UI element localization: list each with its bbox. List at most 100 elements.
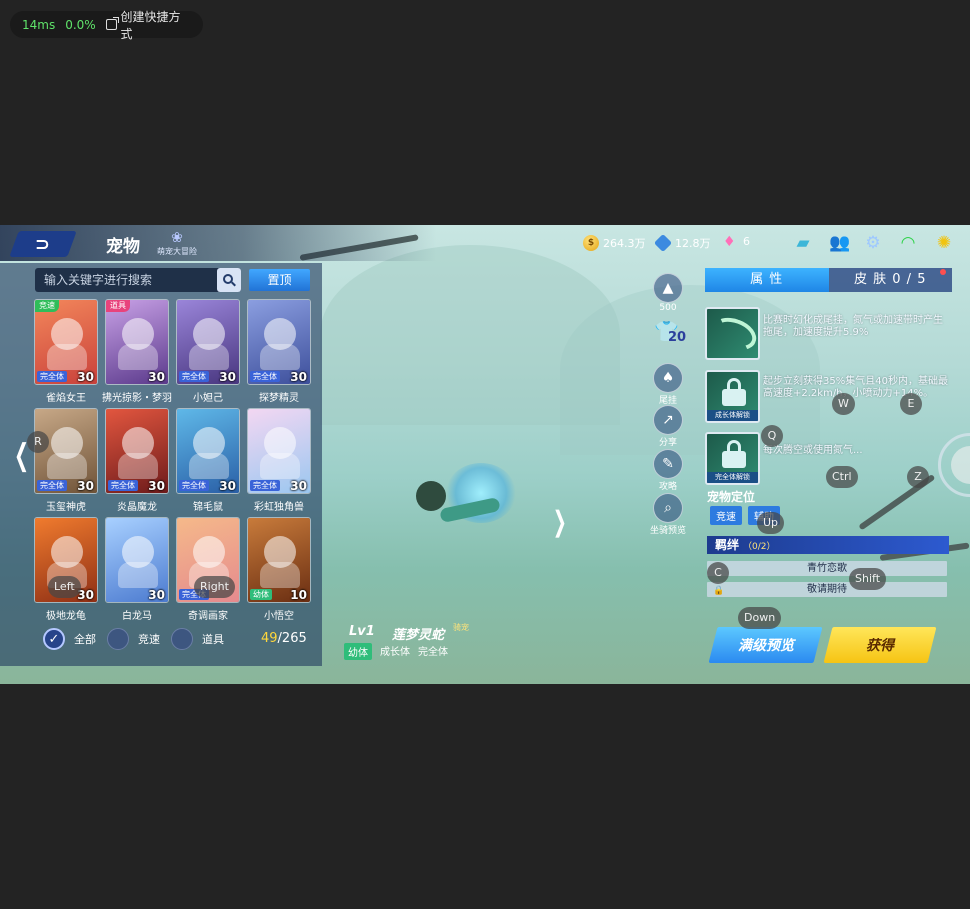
stage-growth[interactable]: 成长体 bbox=[380, 643, 410, 660]
settings-gear-icon[interactable]: ⚙ bbox=[862, 232, 884, 254]
diamond-value: 6 bbox=[743, 235, 750, 248]
pet-sprite bbox=[410, 463, 520, 533]
friends-icon[interactable]: 👥 bbox=[829, 232, 851, 254]
pet-card[interactable]: 完全体 30 bbox=[247, 408, 311, 494]
network-stats-pill: 14ms 0.0% 创建快捷方式 bbox=[10, 10, 203, 41]
pet-body bbox=[260, 453, 300, 479]
wind-swirl-icon bbox=[707, 312, 758, 356]
pet-card[interactable]: 幼体 10 bbox=[247, 517, 311, 603]
pin-top-button[interactable]: 置顶 bbox=[249, 269, 310, 291]
bond-row[interactable]: 青竹恋歌 bbox=[707, 561, 947, 576]
pet-name-label: 彩虹独角兽 bbox=[254, 502, 304, 513]
filter-all-label: 全部 bbox=[74, 633, 96, 646]
pet-body bbox=[118, 562, 158, 588]
coin-icon: $ bbox=[583, 235, 599, 251]
filter-racing[interactable]: 竞速 bbox=[107, 628, 160, 650]
position-title: 宠物定位 bbox=[707, 490, 756, 504]
search-icon bbox=[223, 274, 233, 284]
detail-tabs: 属 性 皮 肤 0 / 5 bbox=[705, 268, 952, 292]
pet-body bbox=[260, 344, 300, 370]
tab-skins[interactable]: 皮 肤 0 / 5 bbox=[828, 268, 952, 292]
next-pet-arrow-icon[interactable]: ❯ bbox=[553, 505, 567, 538]
bond-row-label: 青竹恋歌 bbox=[807, 563, 847, 574]
pet-name-label: 极地龙龟 bbox=[46, 611, 86, 622]
pink-diamond-icon: ♦ bbox=[723, 233, 736, 250]
pet-count-total: /265 bbox=[277, 631, 307, 646]
pet-name-label: 玉玺神虎 bbox=[46, 502, 86, 513]
filter-item-label: 道具 bbox=[202, 633, 224, 646]
skill-3-desc: 每次腾空或使用氮气... bbox=[763, 445, 863, 456]
search-box bbox=[35, 268, 241, 292]
pet-stage-tags: 幼体 成长体 完全体 bbox=[344, 643, 448, 660]
pet-body bbox=[118, 344, 158, 370]
pet-card[interactable]: 30 bbox=[105, 517, 169, 603]
joystick-ring[interactable] bbox=[938, 433, 970, 497]
guide-button[interactable]: ✎ 攻略 bbox=[650, 449, 686, 492]
wifi-signal-icon: ◠ bbox=[900, 233, 916, 253]
key-hint-e: E bbox=[900, 393, 922, 415]
back-button[interactable]: ⊃ bbox=[9, 231, 77, 257]
create-shortcut-button[interactable]: 创建快捷方式 bbox=[105, 8, 191, 42]
key-hint-ctrl: Ctrl bbox=[826, 466, 858, 488]
mount-preview-button[interactable]: ⌕ 坐骑预览 bbox=[646, 493, 690, 536]
key-hint-r: R bbox=[27, 431, 49, 453]
pet-body bbox=[189, 344, 229, 370]
game-screen[interactable]: ⊃ 宠物 ❀ 萌宠大冒险 $ 264.3万 12.8万 ♦ 6 ▰ 👥 ⚙ ◠ … bbox=[0, 225, 970, 684]
filter-item[interactable]: 道具 bbox=[171, 628, 224, 650]
bond-title: 羁绊 bbox=[715, 538, 740, 552]
key-hint-w: W bbox=[832, 393, 855, 415]
magnifier-icon: ⌕ bbox=[653, 493, 683, 523]
skill-1[interactable] bbox=[705, 307, 760, 360]
position-tag: 竞速 bbox=[710, 506, 742, 525]
skill-3[interactable]: 完全体解锁 bbox=[705, 432, 760, 485]
radio-icon bbox=[171, 628, 193, 650]
page-title: 宠物 bbox=[106, 237, 140, 257]
stage-juvenile[interactable]: 幼体 bbox=[344, 643, 372, 660]
share-button[interactable]: ↗ 分享 bbox=[650, 405, 686, 448]
filter-all[interactable]: ✓ 全部 bbox=[43, 628, 96, 650]
top-bar: ⊃ 宠物 ❀ 萌宠大冒险 $ 264.3万 12.8万 ♦ 6 ▰ 👥 ⚙ ◠ … bbox=[0, 225, 970, 261]
pet-card[interactable]: 完全体 30 bbox=[176, 408, 240, 494]
pet-card[interactable]: 完全体 30 bbox=[247, 299, 311, 385]
score-button[interactable]: ▲ 500 bbox=[650, 273, 686, 313]
stage-complete[interactable]: 完全体 bbox=[418, 643, 448, 660]
lock-icon bbox=[722, 440, 746, 468]
rank-flag-icon[interactable]: ▰ bbox=[792, 232, 814, 254]
pet-level: 30 bbox=[290, 370, 307, 384]
pet-card[interactable]: 道具 30 bbox=[105, 299, 169, 385]
back-arrow-icon: ⊃ bbox=[35, 233, 51, 255]
tail-button[interactable]: ♠ 尾挂 bbox=[650, 363, 686, 406]
guide-label: 攻略 bbox=[658, 482, 677, 492]
max-level-preview-button[interactable]: 满级预览 bbox=[708, 627, 823, 663]
pet-card[interactable]: 完全体 30 bbox=[105, 408, 169, 494]
pet-body bbox=[47, 344, 87, 370]
swirl-logo-icon[interactable]: ✺ bbox=[933, 232, 955, 254]
pet-card[interactable]: 完全体 30 bbox=[176, 299, 240, 385]
mount-preview-label: 坐骑预览 bbox=[649, 526, 686, 536]
pet-grade-tag: 完全体 bbox=[250, 480, 280, 491]
pet-level: 10 bbox=[290, 588, 307, 602]
pet-card[interactable]: 竞速 完全体 30 bbox=[34, 299, 98, 385]
pet-name-label: 奇调画家 bbox=[188, 611, 228, 622]
pet-grade-tag: 幼体 bbox=[250, 589, 272, 600]
event-badge[interactable]: ❀ 萌宠大冒险 bbox=[155, 230, 199, 256]
search-input[interactable] bbox=[35, 268, 215, 292]
key-hint-down: Down bbox=[738, 607, 782, 629]
pet-grade-tag: 完全体 bbox=[250, 371, 280, 382]
pet-name-label: 白龙马 bbox=[122, 611, 152, 622]
skill-2[interactable]: 成长体解锁 bbox=[705, 370, 760, 423]
packet-loss-value: 0.0% bbox=[65, 17, 96, 32]
key-hint-left: Left bbox=[48, 576, 81, 598]
tab-attributes[interactable]: 属 性 bbox=[705, 268, 829, 292]
tab-skins-label: 皮 肤 0 / 5 bbox=[854, 272, 927, 287]
bond-row-label: 敬请期待 bbox=[807, 584, 847, 595]
bond-row[interactable]: 🔒 敬请期待 bbox=[707, 582, 947, 597]
pet-name-label: 锦毛鼠 bbox=[193, 502, 223, 513]
search-button[interactable] bbox=[217, 268, 241, 292]
pet-body bbox=[118, 453, 158, 479]
max-level-preview-label: 满级预览 bbox=[737, 638, 794, 654]
obtain-button[interactable]: 获得 bbox=[823, 627, 937, 663]
pet-type-tag: 道具 bbox=[106, 300, 130, 312]
share-icon: ↗ bbox=[653, 405, 683, 435]
level-badge[interactable]: 👕 20 bbox=[650, 319, 690, 351]
